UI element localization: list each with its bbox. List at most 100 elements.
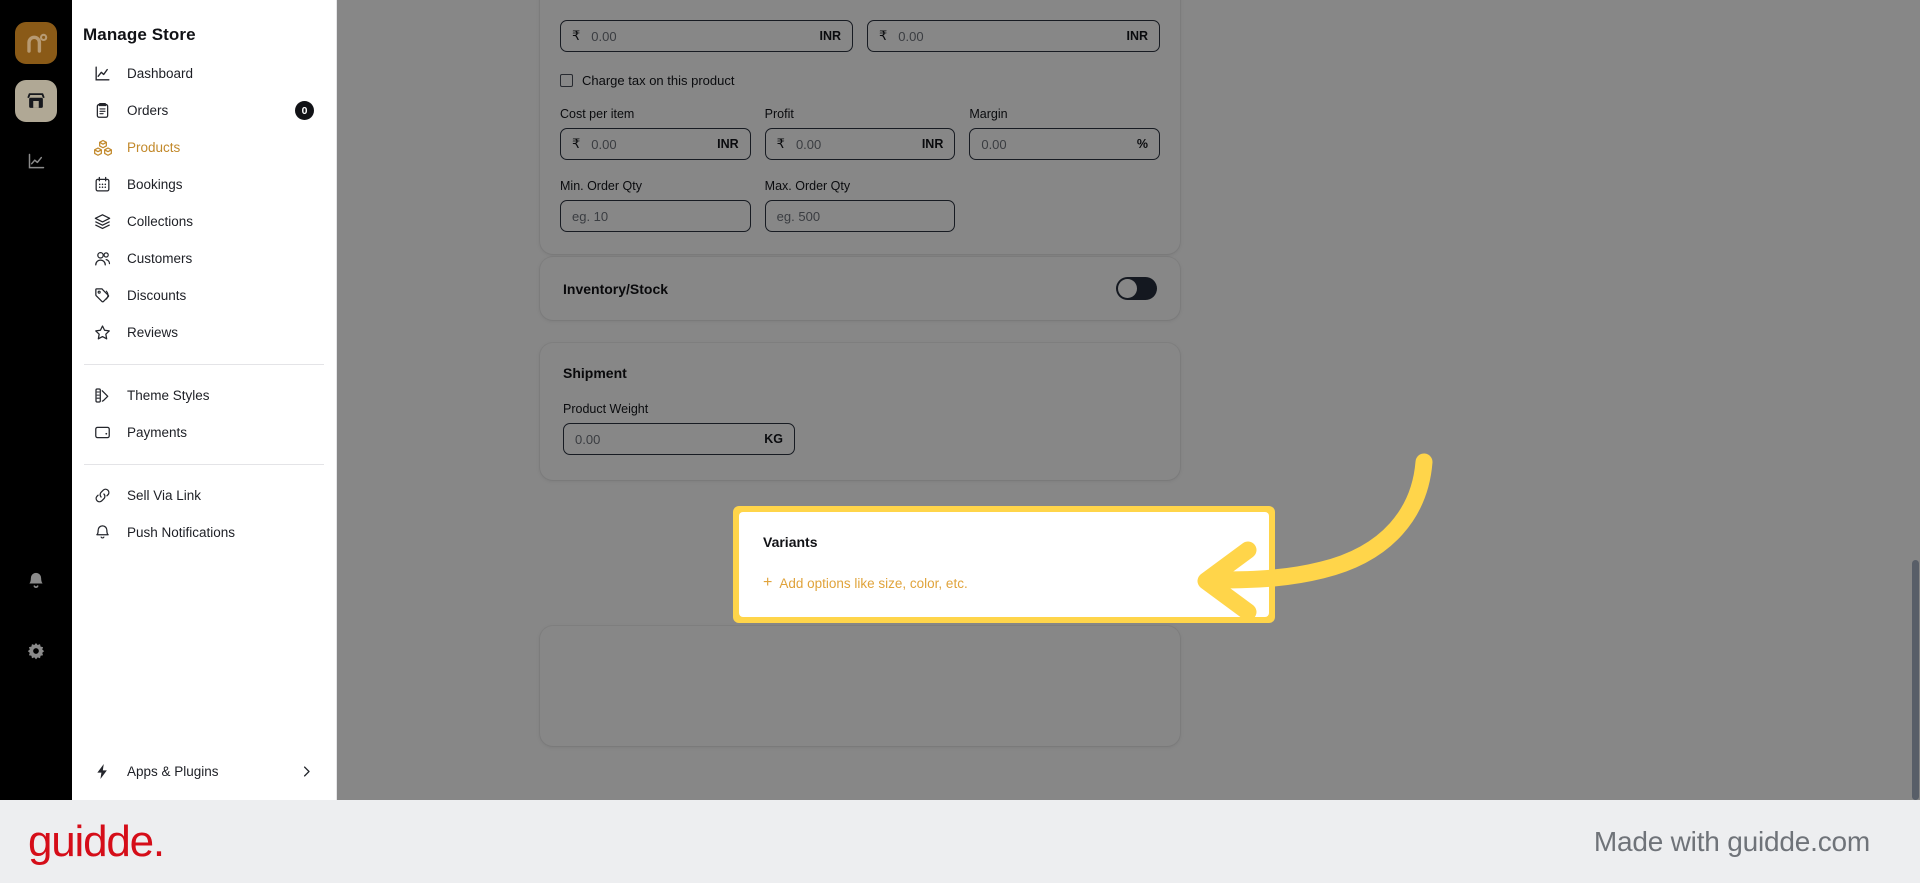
currency-symbol: ₹	[572, 28, 581, 43]
sidebar-item-reviews[interactable]: Reviews	[82, 314, 326, 351]
variants-title: Variants	[763, 534, 818, 550]
sidebar: Manage Store Dashboard Orders 0 Products…	[72, 0, 337, 800]
sidebar-item-collections[interactable]: Collections	[82, 203, 326, 240]
orders-count-badge: 0	[295, 101, 314, 120]
max-qty-label: Max. Order Qty	[764, 179, 851, 193]
calendar-icon	[92, 174, 113, 195]
icon-rail	[0, 0, 72, 800]
sidebar-item-label: Collections	[127, 214, 194, 229]
sidebar-item-label: Discounts	[127, 288, 187, 303]
compare-field-group: ₹ 0.00 INR	[867, 20, 1160, 52]
sidebar-item-discounts[interactable]: Discounts	[82, 277, 326, 314]
charge-tax-row[interactable]: Charge tax on this product	[560, 73, 1160, 88]
main-content: ₹ 0.00 INR ₹ 0.00 INR Charge tax on this…	[337, 0, 1920, 800]
sidebar-title: Manage Store	[83, 25, 196, 44]
sidebar-nav-sell-group: Sell Via Link Push Notifications	[72, 477, 336, 551]
app-logo[interactable]	[15, 22, 57, 64]
scrollbar-thumb[interactable]	[1912, 560, 1919, 800]
profit-field-group: Profit ₹ 0.00 INR	[764, 107, 956, 160]
chart-line-icon	[92, 63, 113, 84]
charge-tax-checkbox[interactable]	[560, 74, 573, 87]
qty-spacer	[969, 179, 1160, 232]
product-weight-value: 0.00	[575, 431, 601, 447]
price-suffix: INR	[819, 29, 841, 43]
gear-icon	[27, 643, 45, 660]
sidebar-item-label: Sell Via Link	[127, 488, 202, 503]
margin-suffix: %	[1136, 137, 1149, 151]
currency-symbol: ₹	[879, 28, 888, 43]
users-icon	[92, 248, 113, 269]
cost-field-group: Cost per item ₹ 0.00 INR	[560, 107, 751, 160]
sidebar-item-label: Bookings	[127, 177, 183, 192]
cost-suffix: INR	[717, 137, 739, 151]
rail-bottom-group	[15, 560, 57, 800]
rail-item-settings[interactable]	[15, 630, 57, 672]
compare-price-input[interactable]: ₹ 0.00 INR	[867, 20, 1160, 52]
analytics-icon	[28, 153, 44, 168]
app-screen: ₹ 0.00 INR ₹ 0.00 INR Charge tax on this…	[0, 0, 1920, 800]
add-options-label: Add options like size, color, etc.	[779, 575, 968, 591]
charge-tax-label: Charge tax on this product	[582, 73, 735, 88]
compare-price-value: 0.00	[898, 28, 924, 44]
margin-value: 0.00	[981, 136, 1007, 152]
link-icon	[92, 485, 113, 506]
order-qty-row: Min. Order Qty eg. 10 Max. Order Qty eg.…	[560, 179, 1160, 232]
star-icon	[92, 322, 113, 343]
sidebar-item-bookings[interactable]: Bookings	[82, 166, 326, 203]
price-input[interactable]: ₹ 0.00 INR	[560, 20, 853, 52]
sidebar-item-payments[interactable]: Payments	[82, 414, 326, 451]
margin-input[interactable]: 0.00 %	[969, 128, 1161, 160]
compare-price-suffix: INR	[1126, 29, 1148, 43]
rail-item-analytics[interactable]	[15, 140, 57, 182]
sidebar-item-label: Customers	[127, 251, 193, 266]
sidebar-nav-primary: Dashboard Orders 0 Products Bookings Col…	[72, 55, 336, 351]
sidebar-item-dashboard[interactable]: Dashboard	[82, 55, 326, 92]
sidebar-item-push-notifications[interactable]: Push Notifications	[82, 514, 326, 551]
inventory-card: Inventory/Stock	[540, 257, 1180, 320]
tags-icon	[92, 285, 113, 306]
sidebar-item-theme-styles[interactable]: Theme Styles	[82, 377, 326, 414]
min-qty-placeholder: eg. 10	[572, 208, 609, 224]
inventory-toggle[interactable]	[1116, 277, 1157, 300]
price-value: 0.00	[591, 28, 617, 44]
sidebar-item-label: Apps & Plugins	[127, 764, 219, 779]
min-qty-input[interactable]: eg. 10	[560, 200, 751, 232]
max-qty-input[interactable]: eg. 500	[764, 200, 956, 232]
rail-item-notifications[interactable]	[15, 560, 57, 602]
profit-suffix: INR	[921, 137, 944, 151]
toggle-knob	[1118, 279, 1137, 298]
margin-label: Margin	[969, 107, 1008, 121]
sidebar-item-apps-plugins[interactable]: Apps & Plugins	[82, 753, 326, 790]
sidebar-item-customers[interactable]: Customers	[82, 240, 326, 277]
next-section-card-partial	[540, 626, 1180, 746]
plus-icon: +	[763, 574, 773, 591]
profit-label: Profit	[764, 107, 794, 121]
sidebar-item-sell-via-link[interactable]: Sell Via Link	[82, 477, 326, 514]
bolt-icon	[92, 761, 113, 782]
add-options-link[interactable]: + Add options like size, color, etc.	[763, 575, 1245, 591]
cost-input[interactable]: ₹ 0.00 INR	[560, 128, 751, 160]
sidebar-nav-bottom: Apps & Plugins	[72, 753, 336, 800]
logo-n-icon	[27, 33, 48, 53]
cost-value: 0.00	[591, 136, 617, 152]
price-row: ₹ 0.00 INR ₹ 0.00 INR	[560, 20, 1160, 52]
chevron-right-icon	[299, 764, 314, 779]
profit-value: 0.00	[795, 136, 822, 152]
sidebar-item-orders[interactable]: Orders 0	[82, 92, 326, 129]
sidebar-item-products[interactable]: Products	[82, 129, 326, 166]
sidebar-item-label: Push Notifications	[127, 525, 236, 540]
sidebar-item-label: Orders	[127, 103, 169, 118]
shipment-title: Shipment	[563, 365, 627, 381]
rail-item-store[interactable]	[15, 80, 57, 122]
sidebar-item-label: Reviews	[127, 325, 179, 340]
max-qty-placeholder: eg. 500	[776, 208, 821, 224]
margin-field-group: Margin 0.00 %	[969, 107, 1161, 160]
product-weight-unit: KG	[764, 432, 783, 446]
max-qty-group: Max. Order Qty eg. 500	[764, 179, 956, 232]
sidebar-item-label: Products	[127, 140, 181, 155]
bell-icon	[29, 572, 43, 588]
sidebar-item-label: Payments	[127, 425, 188, 440]
sidebar-divider-2	[84, 464, 324, 465]
profit-input[interactable]: ₹ 0.00 INR	[764, 128, 956, 160]
product-weight-input[interactable]: 0.00 KG	[563, 423, 795, 455]
